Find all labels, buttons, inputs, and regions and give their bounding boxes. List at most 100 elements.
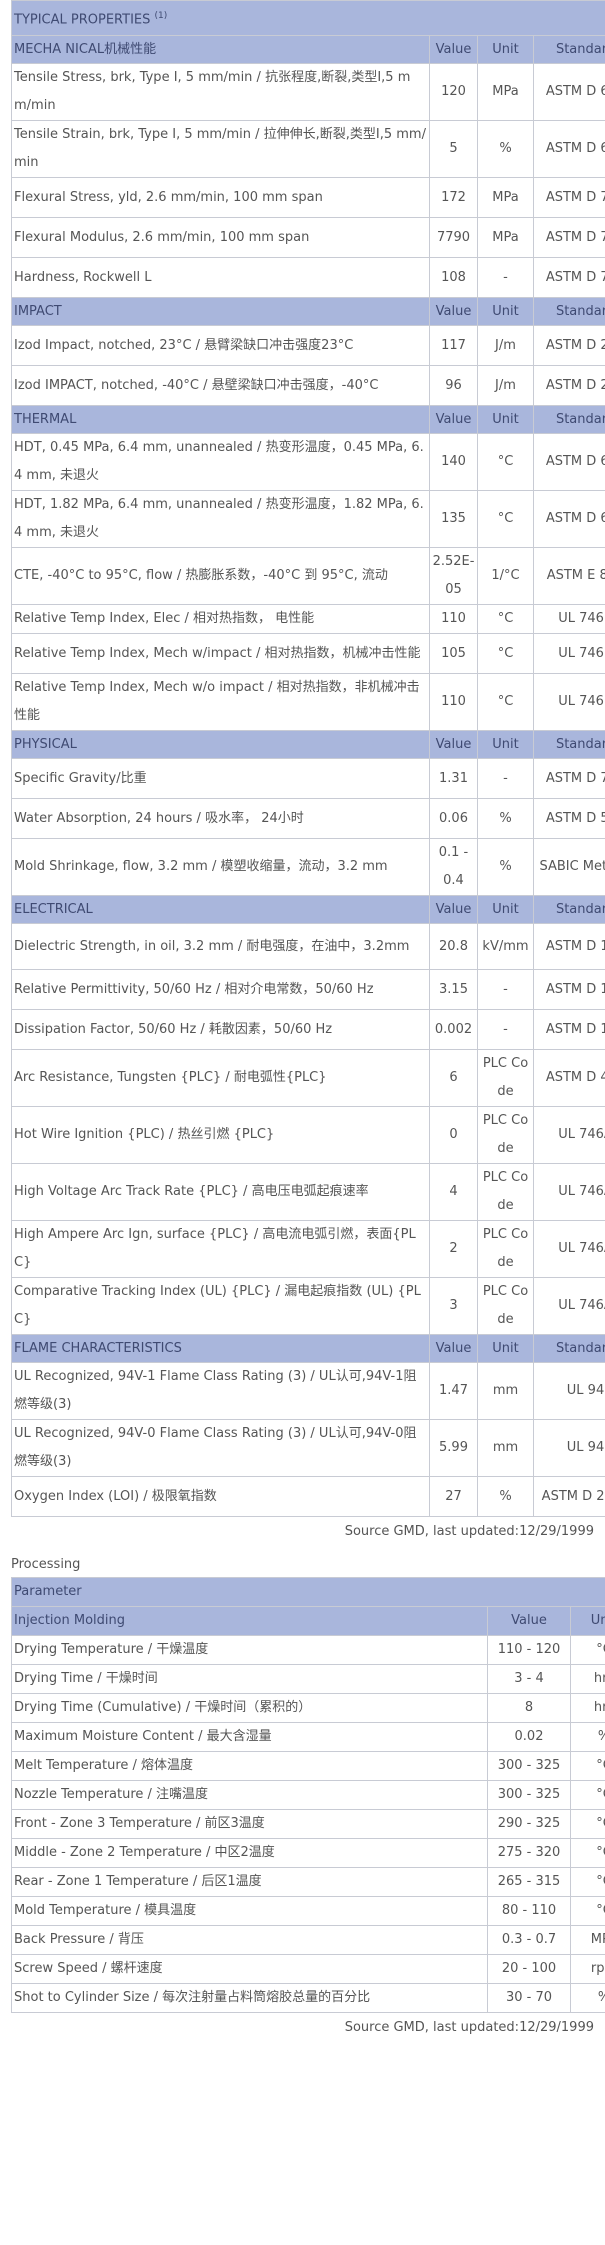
property-name: Relative Temp Index, Elec / 相对热指数， 电性能 [11, 604, 430, 635]
processing-parameter: Front - Zone 3 Temperature / 前区3温度 [11, 1809, 488, 1840]
processing-unit: % [569, 1722, 605, 1753]
property-unit: PLC Code [477, 1277, 534, 1336]
property-row: Relative Temp Index, Mech w/impact / 相对热… [11, 633, 605, 675]
typical-source-note: Source GMD, last updated:12/29/1999 [344, 1524, 594, 1540]
property-standard: ASTM D 256 [532, 365, 605, 407]
property-value: 2.52E-05 [429, 547, 478, 606]
processing-section-name: Injection Molding [11, 1606, 488, 1637]
property-value: 3 [429, 1277, 478, 1336]
property-unit: PLC Code [477, 1220, 534, 1279]
property-standard: UL 746B [532, 633, 605, 675]
col-unit: Unit [477, 405, 534, 435]
property-standard: ASTM D 648 [532, 490, 605, 549]
processing-unit: rpm [569, 1954, 605, 1985]
col-standard: Standard [532, 405, 605, 435]
col-value: Value [429, 895, 478, 925]
processing-body: Parameter Injection Molding Value Unit D… [10, 1577, 605, 2014]
property-standard: ASTM D 648 [532, 433, 605, 492]
page: TYPICAL PROPERTIES (1) MECHA NICAL机械性能 Va… [0, 0, 605, 2245]
property-name: Flexural Modulus, 2.6 mm/min, 100 mm spa… [11, 217, 430, 259]
processing-parameter: Drying Temperature / 干燥温度 [11, 1635, 488, 1666]
processing-value: 30 - 70 [487, 1983, 571, 2014]
typical-properties-body: TYPICAL PROPERTIES (1) MECHA NICAL机械性能 Va… [10, 0, 605, 1518]
property-name: Comparative Tracking Index (UL) {PLC} / … [11, 1277, 430, 1336]
property-unit: - [477, 758, 534, 800]
property-standard: ASTM D 638 [532, 120, 605, 179]
section-header-row: MECHA NICAL机械性能ValueUnitStandard [11, 35, 605, 65]
property-unit: °C [477, 604, 534, 635]
processing-value: 300 - 325 [487, 1751, 571, 1782]
property-name: Oxygen Index (LOI) / 极限氧指数 [11, 1476, 430, 1518]
property-standard: UL 94 [532, 1362, 605, 1421]
property-value: 5.99 [429, 1419, 478, 1478]
col-value: Value [429, 405, 478, 435]
processing-value: 265 - 315 [487, 1867, 571, 1898]
processing-value: 20 - 100 [487, 1954, 571, 1985]
processing-parameter: Maximum Moisture Content / 最大含湿量 [11, 1722, 488, 1753]
property-unit: % [477, 838, 534, 897]
processing-source-note: Source GMD, last updated:12/29/1999 [344, 2020, 594, 2036]
typical-properties-title: TYPICAL PROPERTIES (1) [10, 0, 605, 37]
property-row: Tensile Strain, brk, Type I, 5 mm/min / … [11, 120, 605, 179]
property-row: UL Recognized, 94V-0 Flame Class Rating … [11, 1419, 605, 1478]
property-row: Hardness, Rockwell L108-ASTM D 785 [11, 257, 605, 299]
property-name: Tensile Strain, brk, Type I, 5 mm/min / … [11, 120, 430, 179]
processing-parameter: Back Pressure / 背压 [11, 1925, 488, 1956]
col-standard: Standard [532, 1334, 605, 1364]
property-name: Mold Shrinkage, flow, 3.2 mm / 模塑收缩量，流动，… [11, 838, 430, 897]
property-standard: UL 746A [532, 1163, 605, 1222]
property-row: Hot Wire Ignition {PLC) / 热丝引燃 {PLC} 0 PLC… [11, 1106, 605, 1165]
property-unit: % [477, 120, 534, 179]
processing-value: 8 [487, 1693, 571, 1724]
property-standard: UL 746B [532, 673, 605, 732]
property-row: HDT, 0.45 MPa, 6.4 mm, unannealed / 热变形温… [11, 433, 605, 492]
processing-row: Front - Zone 3 Temperature / 前区3温度 290 - … [11, 1809, 605, 1840]
property-row: High Voltage Arc Track Rate {PLC} / 高电压电… [11, 1163, 605, 1222]
property-standard: UL 746A [532, 1220, 605, 1279]
processing-row: Drying Time / 干燥时间3 - 4hrs [11, 1664, 605, 1695]
processing-row: Screw Speed / 螺杆速度20 - 100rpm [11, 1954, 605, 1985]
property-unit: % [477, 1476, 534, 1518]
section-name: ELECTRICAL [11, 895, 430, 925]
property-row: UL Recognized, 94V-1 Flame Class Rating … [11, 1362, 605, 1421]
property-standard: ASTM D 570 [532, 798, 605, 840]
property-value: 105 [429, 633, 478, 675]
property-value: 135 [429, 490, 478, 549]
processing-unit: hrs [569, 1693, 605, 1724]
property-value: 140 [429, 433, 478, 492]
processing-value: 290 - 325 [487, 1809, 571, 1840]
property-name: Dissipation Factor, 50/60 Hz / 耗散因素，50/6… [11, 1009, 430, 1051]
property-unit: PLC Code [477, 1049, 534, 1108]
property-standard: UL 746A [532, 1106, 605, 1165]
processing-value: 110 - 120 [487, 1635, 571, 1666]
col-unit: Unit [477, 730, 534, 760]
property-unit: - [477, 969, 534, 1011]
processing-unit: °C [569, 1780, 605, 1811]
property-row: Relative Permittivity, 50/60 Hz / 相对介电常数… [11, 969, 605, 1011]
property-unit: J/m [477, 365, 534, 407]
col-standard: Standard [532, 730, 605, 760]
property-row: Arc Resistance, Tungsten {PLC} / 耐电弧性{PL… [11, 1049, 605, 1108]
col-value: Value [429, 730, 478, 760]
property-value: 0.1 - 0.4 [429, 838, 478, 897]
processing-row: Melt Temperature / 熔体温度300 - 325°C [11, 1751, 605, 1782]
property-row: Relative Temp Index, Mech w/o impact / 相… [11, 673, 605, 732]
property-value: 172 [429, 177, 478, 219]
processing-unit: °C [569, 1838, 605, 1869]
processing-value: 0.3 - 0.7 [487, 1925, 571, 1956]
processing-col-value: Value [487, 1606, 571, 1637]
property-standard: SABIC Method [532, 838, 605, 897]
property-value: 3.15 [429, 969, 478, 1011]
property-standard: ASTM D 790 [532, 177, 605, 219]
property-unit: °C [477, 490, 534, 549]
property-value: 1.47 [429, 1362, 478, 1421]
property-standard: ASTM D 256 [532, 325, 605, 367]
processing-parameter: Drying Time / 干燥时间 [11, 1664, 488, 1695]
processing-row: Back Pressure / 背压0.3 - 0.7MPa [11, 1925, 605, 1956]
property-name: HDT, 0.45 MPa, 6.4 mm, unannealed / 热变形温… [11, 433, 430, 492]
processing-unit: °C [569, 1867, 605, 1898]
property-standard: ASTM D 792 [532, 758, 605, 800]
property-name: Izod IMPACT, notched, -40°C / 悬壁梁缺口冲击强度，… [11, 365, 430, 407]
processing-parameter: Drying Time (Cumulative) / 干燥时间（累积的） [11, 1693, 488, 1724]
typical-properties-title-row: TYPICAL PROPERTIES (1) [10, 0, 605, 37]
